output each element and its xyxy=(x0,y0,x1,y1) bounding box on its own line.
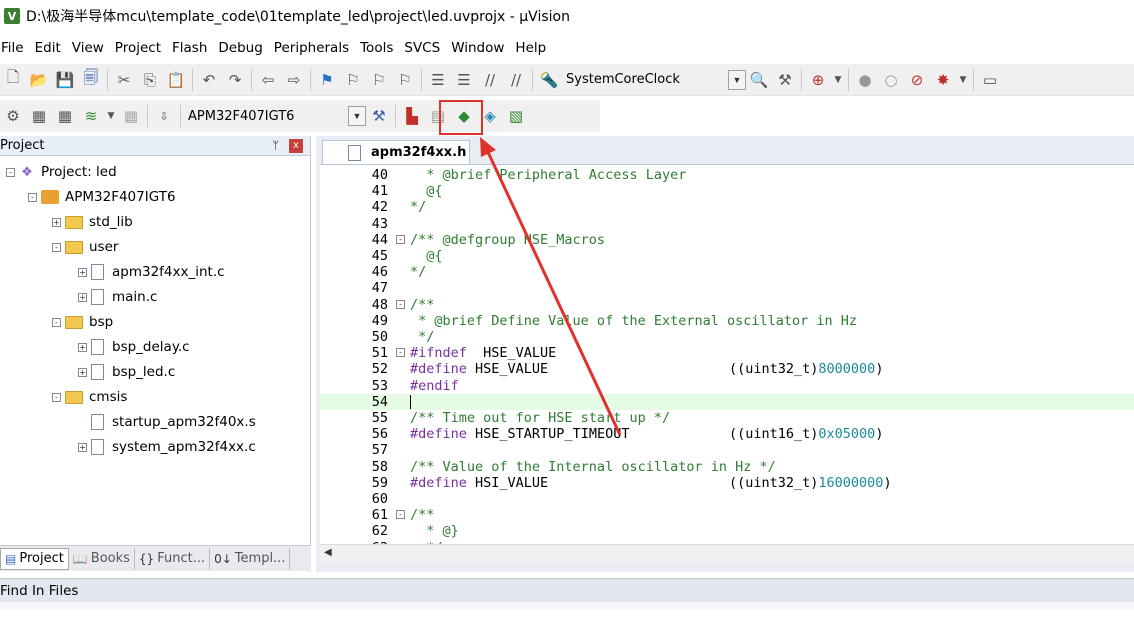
annotation-arrow xyxy=(480,137,622,436)
